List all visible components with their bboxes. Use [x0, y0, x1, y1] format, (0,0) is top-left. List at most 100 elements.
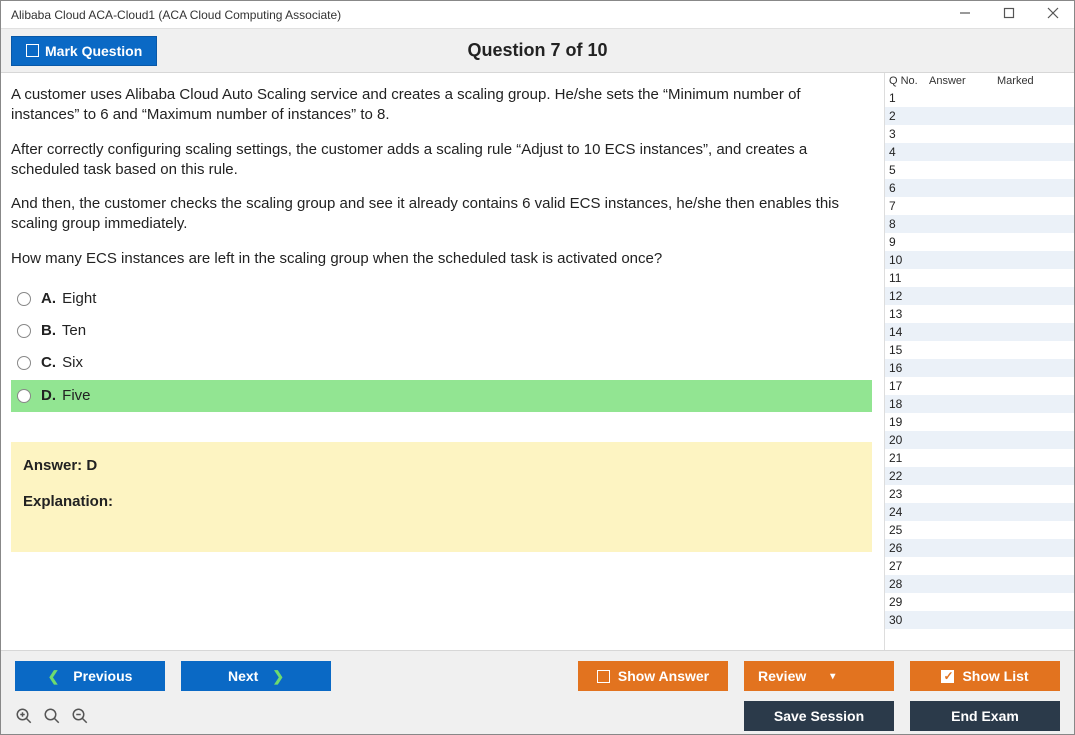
- radio-icon: [17, 356, 31, 370]
- maximize-button[interactable]: [994, 7, 1024, 22]
- question-list-row[interactable]: 13: [885, 305, 1074, 323]
- question-list-row[interactable]: 29: [885, 593, 1074, 611]
- titlebar: Alibaba Cloud ACA-Cloud1 (ACA Cloud Comp…: [1, 1, 1074, 29]
- row-qno: 17: [889, 379, 929, 393]
- row-qno: 18: [889, 397, 929, 411]
- row-qno: 15: [889, 343, 929, 357]
- end-exam-label: End Exam: [951, 708, 1019, 724]
- question-list-row[interactable]: 15: [885, 341, 1074, 359]
- question-list-row[interactable]: 5: [885, 161, 1074, 179]
- row-qno: 1: [889, 91, 929, 105]
- question-paragraph: A customer uses Alibaba Cloud Auto Scali…: [11, 85, 872, 126]
- row-qno: 16: [889, 361, 929, 375]
- radio-icon: [17, 292, 31, 306]
- row-qno: 24: [889, 505, 929, 519]
- question-list-row[interactable]: 11: [885, 269, 1074, 287]
- question-paragraph: How many ECS instances are left in the s…: [11, 249, 872, 269]
- row-qno: 5: [889, 163, 929, 177]
- option-text: B. Ten: [41, 321, 86, 341]
- row-qno: 6: [889, 181, 929, 195]
- question-list-row[interactable]: 3: [885, 125, 1074, 143]
- answer-panel: Answer: D Explanation:: [11, 442, 872, 553]
- mark-question-label: Mark Question: [45, 43, 142, 59]
- row-qno: 30: [889, 613, 929, 627]
- save-session-button[interactable]: Save Session: [744, 701, 894, 731]
- option-c[interactable]: C. Six: [11, 347, 872, 379]
- zoom-in-icon[interactable]: [43, 707, 61, 725]
- next-button[interactable]: Next ❯: [181, 661, 331, 691]
- question-list-row[interactable]: 17: [885, 377, 1074, 395]
- row-qno: 25: [889, 523, 929, 537]
- option-d[interactable]: D. Five: [11, 380, 872, 412]
- row-qno: 3: [889, 127, 929, 141]
- question-list-row[interactable]: 21: [885, 449, 1074, 467]
- question-list-row[interactable]: 25: [885, 521, 1074, 539]
- chevron-left-icon: ❮: [48, 668, 60, 685]
- question-paragraph: And then, the customer checks the scalin…: [11, 194, 872, 235]
- row-qno: 20: [889, 433, 929, 447]
- option-a[interactable]: A. Eight: [11, 283, 872, 315]
- option-text: D. Five: [41, 386, 91, 406]
- row-qno: 7: [889, 199, 929, 213]
- review-button[interactable]: Review ▾: [744, 661, 894, 691]
- zoom-reset-icon[interactable]: [15, 707, 33, 725]
- show-answer-button[interactable]: Show Answer: [578, 661, 728, 691]
- question-list-row[interactable]: 22: [885, 467, 1074, 485]
- question-list-row[interactable]: 7: [885, 197, 1074, 215]
- previous-button[interactable]: ❮ Previous: [15, 661, 165, 691]
- question-list-row[interactable]: 28: [885, 575, 1074, 593]
- show-list-button[interactable]: Show List: [910, 661, 1060, 691]
- end-exam-button[interactable]: End Exam: [910, 701, 1060, 731]
- question-list-row[interactable]: 27: [885, 557, 1074, 575]
- row-qno: 19: [889, 415, 929, 429]
- col-answer: Answer: [929, 75, 997, 87]
- minimize-button[interactable]: [950, 7, 980, 22]
- question-list-row[interactable]: 26: [885, 539, 1074, 557]
- question-list-row[interactable]: 2: [885, 107, 1074, 125]
- mark-question-button[interactable]: Mark Question: [11, 36, 157, 66]
- question-list-row[interactable]: 12: [885, 287, 1074, 305]
- question-list-row[interactable]: 14: [885, 323, 1074, 341]
- question-list-row[interactable]: 8: [885, 215, 1074, 233]
- question-list-row[interactable]: 16: [885, 359, 1074, 377]
- row-qno: 27: [889, 559, 929, 573]
- question-counter: Question 7 of 10: [467, 40, 607, 61]
- row-qno: 23: [889, 487, 929, 501]
- question-list-row[interactable]: 4: [885, 143, 1074, 161]
- question-list-row[interactable]: 23: [885, 485, 1074, 503]
- zoom-out-icon[interactable]: [71, 707, 89, 725]
- row-qno: 29: [889, 595, 929, 609]
- question-area: A customer uses Alibaba Cloud Auto Scali…: [1, 73, 884, 650]
- question-list-row[interactable]: 24: [885, 503, 1074, 521]
- question-list-row[interactable]: 30: [885, 611, 1074, 629]
- row-qno: 21: [889, 451, 929, 465]
- row-qno: 2: [889, 109, 929, 123]
- row-qno: 26: [889, 541, 929, 555]
- next-label: Next: [228, 668, 258, 684]
- row-qno: 11: [889, 271, 929, 285]
- topbar: Mark Question Question 7 of 10: [1, 29, 1074, 73]
- question-list-row[interactable]: 9: [885, 233, 1074, 251]
- col-qno: Q No.: [889, 75, 929, 87]
- row-qno: 14: [889, 325, 929, 339]
- question-list-row[interactable]: 19: [885, 413, 1074, 431]
- option-text: A. Eight: [41, 289, 96, 309]
- checkbox-checked-icon: [941, 670, 954, 683]
- question-list-panel[interactable]: Q No. Answer Marked 12345678910111213141…: [884, 73, 1074, 650]
- footer: ❮ Previous Next ❯ Show Answer Review ▾ S…: [1, 650, 1074, 734]
- option-text: C. Six: [41, 353, 83, 373]
- options-list: A. Eight B. Ten C. Six D. Five: [11, 283, 872, 412]
- question-list-row[interactable]: 20: [885, 431, 1074, 449]
- close-button[interactable]: [1038, 7, 1068, 22]
- option-b[interactable]: B. Ten: [11, 315, 872, 347]
- row-qno: 4: [889, 145, 929, 159]
- question-list-row[interactable]: 18: [885, 395, 1074, 413]
- question-list-row[interactable]: 6: [885, 179, 1074, 197]
- explanation-label: Explanation:: [23, 492, 860, 512]
- show-list-label: Show List: [962, 668, 1028, 684]
- row-qno: 13: [889, 307, 929, 321]
- row-qno: 9: [889, 235, 929, 249]
- question-list-row[interactable]: 10: [885, 251, 1074, 269]
- question-list-row[interactable]: 1: [885, 89, 1074, 107]
- chevron-right-icon: ❯: [272, 668, 284, 685]
